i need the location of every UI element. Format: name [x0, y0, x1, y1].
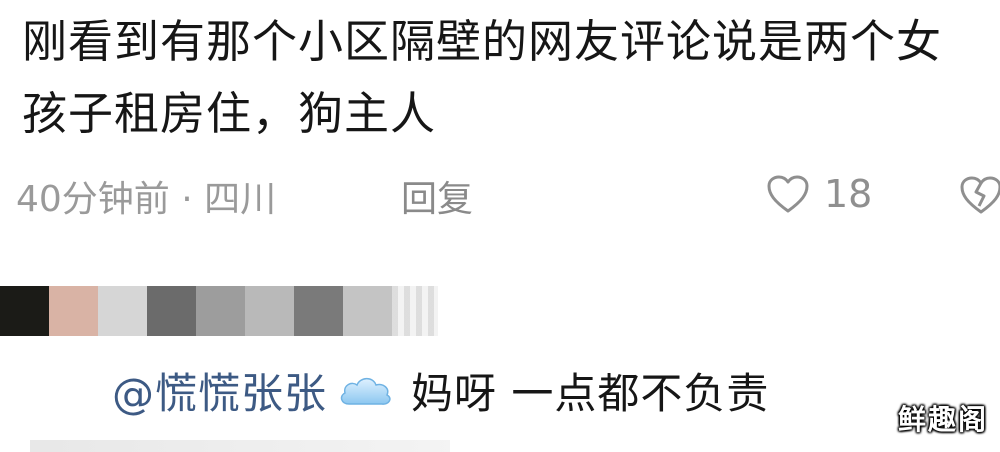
comment-text: 刚看到有那个小区隔壁的网友评论说是两个女孩子租房住，狗主人: [22, 15, 943, 140]
mosaic-cell: [147, 286, 196, 336]
cropped-next-line: [30, 440, 450, 452]
mosaic-cell: [294, 286, 343, 336]
mosaic-cell: [196, 286, 245, 336]
comment-time-location: 40分钟前 · 四川: [16, 179, 277, 220]
comment-meta-row: 40分钟前 · 四川 回复 18: [16, 168, 1000, 220]
reply-text: 妈呀 一点都不负责: [411, 368, 770, 418]
reply-button[interactable]: 回复: [401, 170, 473, 222]
mosaic-cell: [245, 286, 294, 336]
like-button[interactable]: 18: [766, 168, 872, 220]
reply-row: @慌慌张张 妈呀 一点都不负责: [112, 360, 769, 420]
mosaic-cell: [49, 286, 98, 336]
heart-outline-icon: [767, 175, 809, 213]
mosaic-cell: [0, 286, 49, 336]
mosaic-cell: [98, 286, 147, 336]
broken-heart-icon: [960, 176, 1000, 214]
mosaic-cell: [343, 286, 392, 336]
like-count: 18: [824, 172, 873, 216]
mosaic-edge: [392, 286, 438, 336]
dislike-button[interactable]: [958, 174, 1000, 225]
redacted-username: [0, 286, 392, 336]
cloud-emoji-icon: [340, 377, 391, 405]
watermark-logo: 鲜趣阁: [897, 403, 988, 436]
mention-link[interactable]: @慌慌张张: [112, 360, 327, 421]
